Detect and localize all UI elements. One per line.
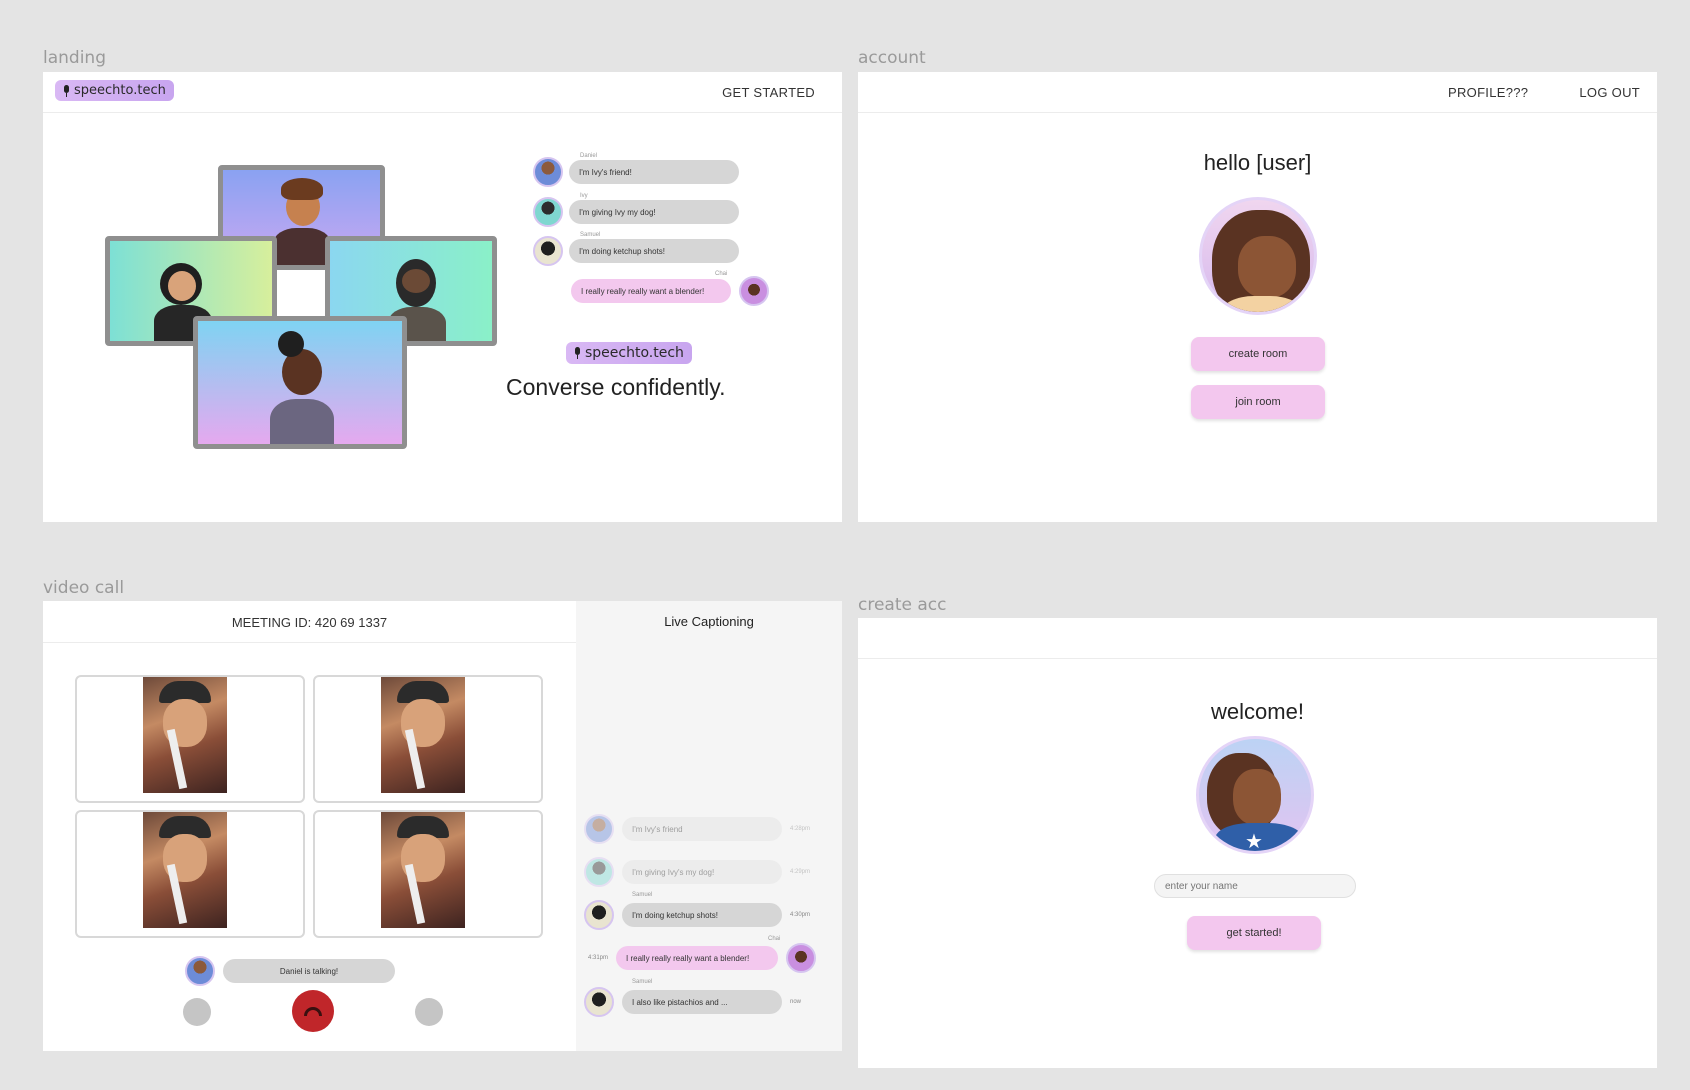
video-tile: [75, 810, 305, 938]
hero-brand-name: speechto.tech: [585, 345, 684, 361]
create-acc-topbar: [858, 618, 1657, 659]
account-topbar: PROFILE??? LOG OUT: [858, 72, 1657, 113]
caption-text: I'm Ivy's friend: [622, 817, 782, 841]
chat-bubble: I'm Ivy's friend!: [569, 160, 739, 184]
caption-entry: I'm Ivy's friend 4:28pm: [584, 814, 810, 844]
caption-time: 4:28pm: [790, 826, 811, 832]
brand-name: speechto.tech: [74, 83, 166, 98]
call-main: MEETING ID: 420 69 1337 Daniel is talkin…: [43, 601, 576, 1051]
live-caption-title: Live Captioning: [664, 614, 754, 629]
mute-button[interactable]: [183, 998, 211, 1026]
caption-entry: I also like pistachios and ... now: [584, 987, 801, 1017]
greeting-heading: hello [user]: [1203, 150, 1312, 175]
microphone-icon: [574, 347, 581, 359]
avatar-girl-teal-icon: [533, 197, 563, 227]
landing-frame: speechto.tech GET STARTED Daniel I'm Ivy…: [43, 72, 842, 522]
name-input[interactable]: [1154, 874, 1356, 898]
join-room-button[interactable]: join room: [1191, 385, 1325, 419]
avatar-boy-icon: [185, 956, 215, 986]
chat-bubble: I really really really want a blender!: [571, 279, 731, 303]
live-caption-panel: Live Captioning I'm Ivy's friend 4:28pm …: [576, 601, 842, 1051]
frame-label-video-call: video call: [43, 578, 125, 598]
caption-entry: I'm doing ketchup shots! 4:30pm: [584, 900, 810, 930]
frame-label-landing: landing: [43, 48, 106, 68]
avatar-bearded-icon: [584, 900, 614, 930]
avatar-girl-icon: [786, 943, 817, 973]
avatar-bearded-icon: [584, 987, 614, 1017]
chat-message: I'm Ivy's friend!: [533, 157, 739, 187]
video-tile: [313, 810, 543, 938]
create-acc-frame: welcome! ★ get started!: [858, 618, 1657, 1068]
caption-text: I really really really want a blender!: [616, 946, 779, 970]
caption-text: I'm giving Ivy's my dog!: [622, 860, 782, 884]
welcome-avatar: ★: [1196, 736, 1314, 854]
caption-text: I'm doing ketchup shots!: [622, 903, 782, 927]
caption-name: Samuel: [632, 892, 653, 898]
participant-video: [381, 812, 465, 928]
frame-label-create-acc: create acc: [858, 595, 947, 615]
caption-entry: I'm giving Ivy's my dog! 4:29pm: [584, 857, 810, 887]
monitor-front: [193, 316, 407, 449]
avatar-boy-icon: [584, 814, 614, 844]
avatar-boy-icon: [533, 157, 563, 187]
end-call-button[interactable]: [292, 990, 334, 1032]
caption-time: 4:30pm: [790, 912, 811, 918]
speaking-status: Daniel is talking!: [223, 959, 395, 983]
create-room-button[interactable]: create room: [1191, 337, 1325, 371]
caption-time: 4:29pm: [790, 869, 811, 875]
caption-time: now: [790, 999, 802, 1005]
chat-message: I'm doing ketchup shots!: [533, 236, 739, 266]
video-tile: [75, 675, 305, 803]
participant-video: [143, 677, 227, 793]
brand-logo[interactable]: speechto.tech: [55, 80, 174, 101]
logout-link[interactable]: LOG OUT: [1579, 85, 1640, 100]
video-call-frame: MEETING ID: 420 69 1337 Daniel is talkin…: [43, 601, 842, 1051]
tagline: Converse confidently.: [506, 374, 726, 400]
meeting-id: MEETING ID: 420 69 1337: [231, 615, 388, 630]
speaking-indicator: Daniel is talking!: [185, 956, 395, 986]
get-started-button[interactable]: get started!: [1187, 916, 1321, 950]
chat-message: I'm giving Ivy my dog!: [533, 197, 739, 227]
hero-brand-logo: speechto.tech: [566, 342, 692, 364]
video-tile: [313, 675, 543, 803]
caption-name: Chai: [768, 936, 781, 942]
caption-name: Samuel: [632, 979, 653, 985]
avatar-bearded-icon: [533, 236, 563, 266]
phone-hangup-icon: [304, 1006, 322, 1016]
landing-topbar: speechto.tech GET STARTED: [43, 72, 842, 113]
welcome-heading: welcome!: [1211, 699, 1304, 724]
get-started-link[interactable]: GET STARTED: [722, 85, 815, 100]
participant-video: [143, 812, 227, 928]
caption-entry: 4:31pm I really really really want a ble…: [588, 943, 817, 973]
profile-link[interactable]: PROFILE???: [1448, 85, 1528, 100]
chat-bubble: I'm giving Ivy my dog!: [569, 200, 739, 224]
chat-message: I really really really want a blender!: [571, 276, 769, 306]
caption-time: 4:31pm: [588, 955, 609, 961]
user-avatar: [1199, 197, 1317, 315]
avatar-girl-icon: [739, 276, 769, 306]
participant-video: [381, 677, 465, 793]
microphone-icon: [63, 84, 70, 97]
account-frame: PROFILE??? LOG OUT hello [user] create r…: [858, 72, 1657, 522]
caption-text: I also like pistachios and ...: [622, 990, 782, 1014]
camera-button[interactable]: [415, 998, 443, 1026]
avatar-girl-teal-icon: [584, 857, 614, 887]
frame-label-account: account: [858, 48, 926, 68]
chat-bubble: I'm doing ketchup shots!: [569, 239, 739, 263]
